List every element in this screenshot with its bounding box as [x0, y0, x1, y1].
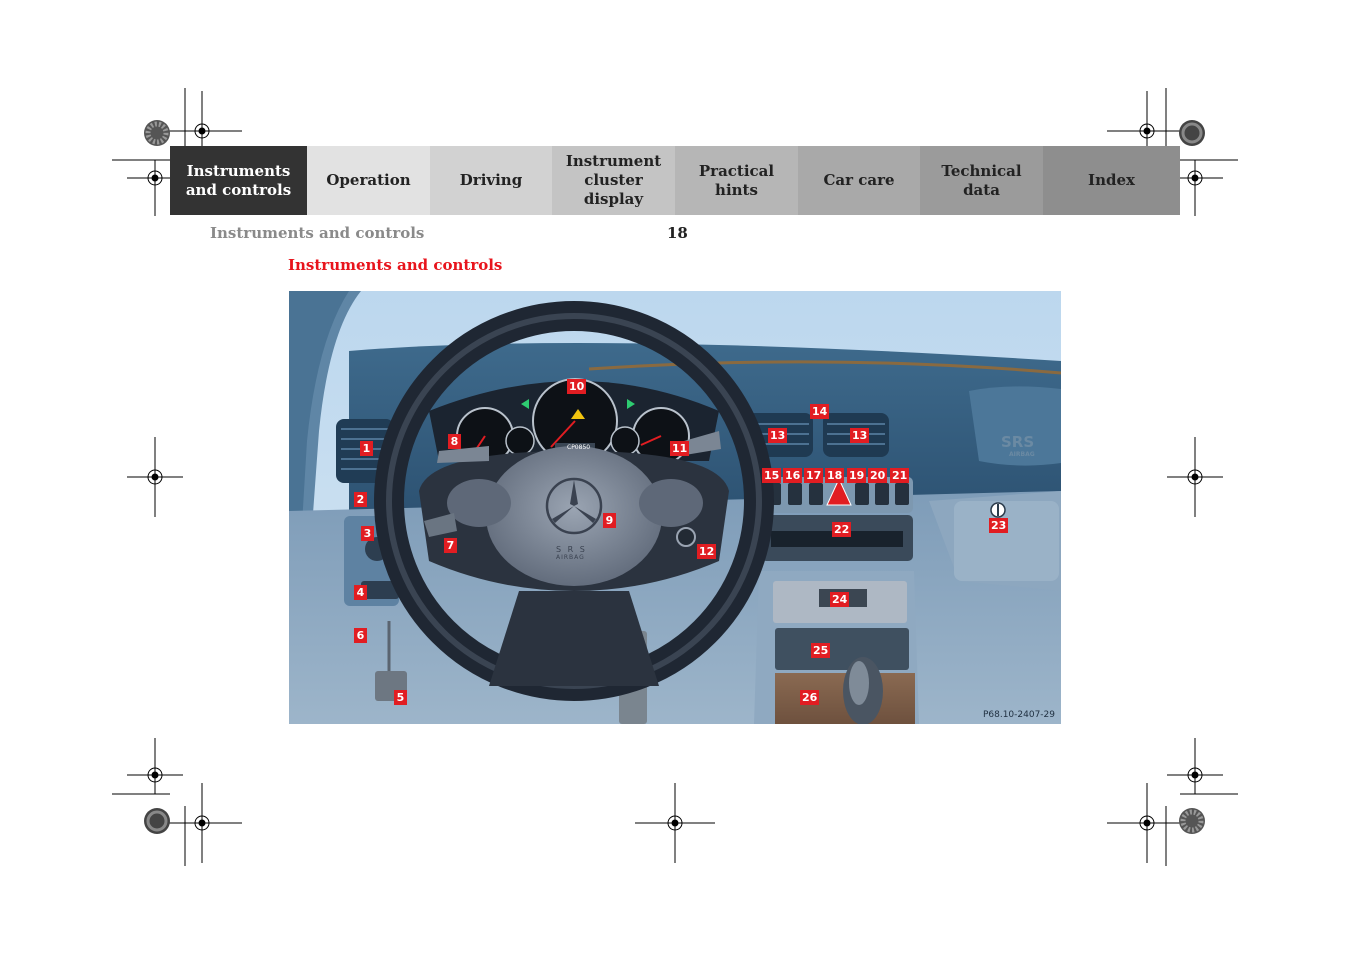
- callout-17: 17: [804, 468, 824, 483]
- callout-15: 15: [762, 468, 782, 483]
- cockpit-illustration: CP0850 S R S AIRBAG SRS AIRBAG 1 2 3 4 5…: [289, 291, 1061, 724]
- tab-technical-data[interactable]: Technical data: [920, 146, 1043, 215]
- callout-5: 5: [394, 690, 407, 705]
- callout-4: 4: [354, 585, 367, 600]
- callout-18: 18: [825, 468, 845, 483]
- figure-code: P68.10-2407-29: [982, 710, 1055, 720]
- callout-6: 6: [354, 628, 367, 643]
- callout-9: 9: [603, 513, 616, 528]
- callout-21: 21: [890, 468, 910, 483]
- airbag-label: S R S: [556, 545, 587, 554]
- callout-22: 22: [832, 522, 852, 537]
- airbag-sublabel: AIRBAG: [556, 554, 585, 561]
- section-heading: Instruments and controls: [288, 256, 503, 274]
- callout-3: 3: [361, 526, 374, 541]
- callout-14: 14: [810, 404, 830, 419]
- tab-operation[interactable]: Operation: [307, 146, 430, 215]
- cockpit-drawing: [289, 291, 1061, 724]
- dash-srs-badge: SRS: [1001, 433, 1035, 451]
- callout-19: 19: [847, 468, 867, 483]
- callout-11: 11: [670, 441, 690, 456]
- dash-srs-sublabel: AIRBAG: [1009, 451, 1035, 458]
- tab-index[interactable]: Index: [1043, 146, 1180, 215]
- tab-instrument-cluster-display[interactable]: Instrument cluster display: [552, 146, 675, 215]
- cluster-readout: CP0850: [567, 444, 591, 451]
- callout-16: 16: [783, 468, 803, 483]
- callout-10: 10: [567, 379, 587, 394]
- callout-25: 25: [811, 643, 831, 658]
- callout-1: 1: [360, 441, 373, 456]
- callout-7: 7: [444, 538, 457, 553]
- callout-2: 2: [354, 492, 367, 507]
- callout-13-right: 13: [850, 428, 870, 443]
- callout-20: 20: [868, 468, 888, 483]
- page-number: 18: [667, 224, 688, 242]
- callout-12: 12: [697, 544, 717, 559]
- running-header-section: Instruments and controls: [210, 224, 425, 242]
- tab-practical-hints[interactable]: Practical hints: [675, 146, 798, 215]
- tab-driving[interactable]: Driving: [430, 146, 552, 215]
- callout-13-left: 13: [768, 428, 788, 443]
- callout-8: 8: [448, 434, 461, 449]
- callout-26: 26: [800, 690, 820, 705]
- tab-car-care[interactable]: Car care: [798, 146, 920, 215]
- chapter-tabs: Instruments and controls Operation Drivi…: [170, 146, 1180, 215]
- tab-instruments-and-controls[interactable]: Instruments and controls: [170, 146, 307, 215]
- callout-23: 23: [989, 518, 1009, 533]
- callout-24: 24: [830, 592, 850, 607]
